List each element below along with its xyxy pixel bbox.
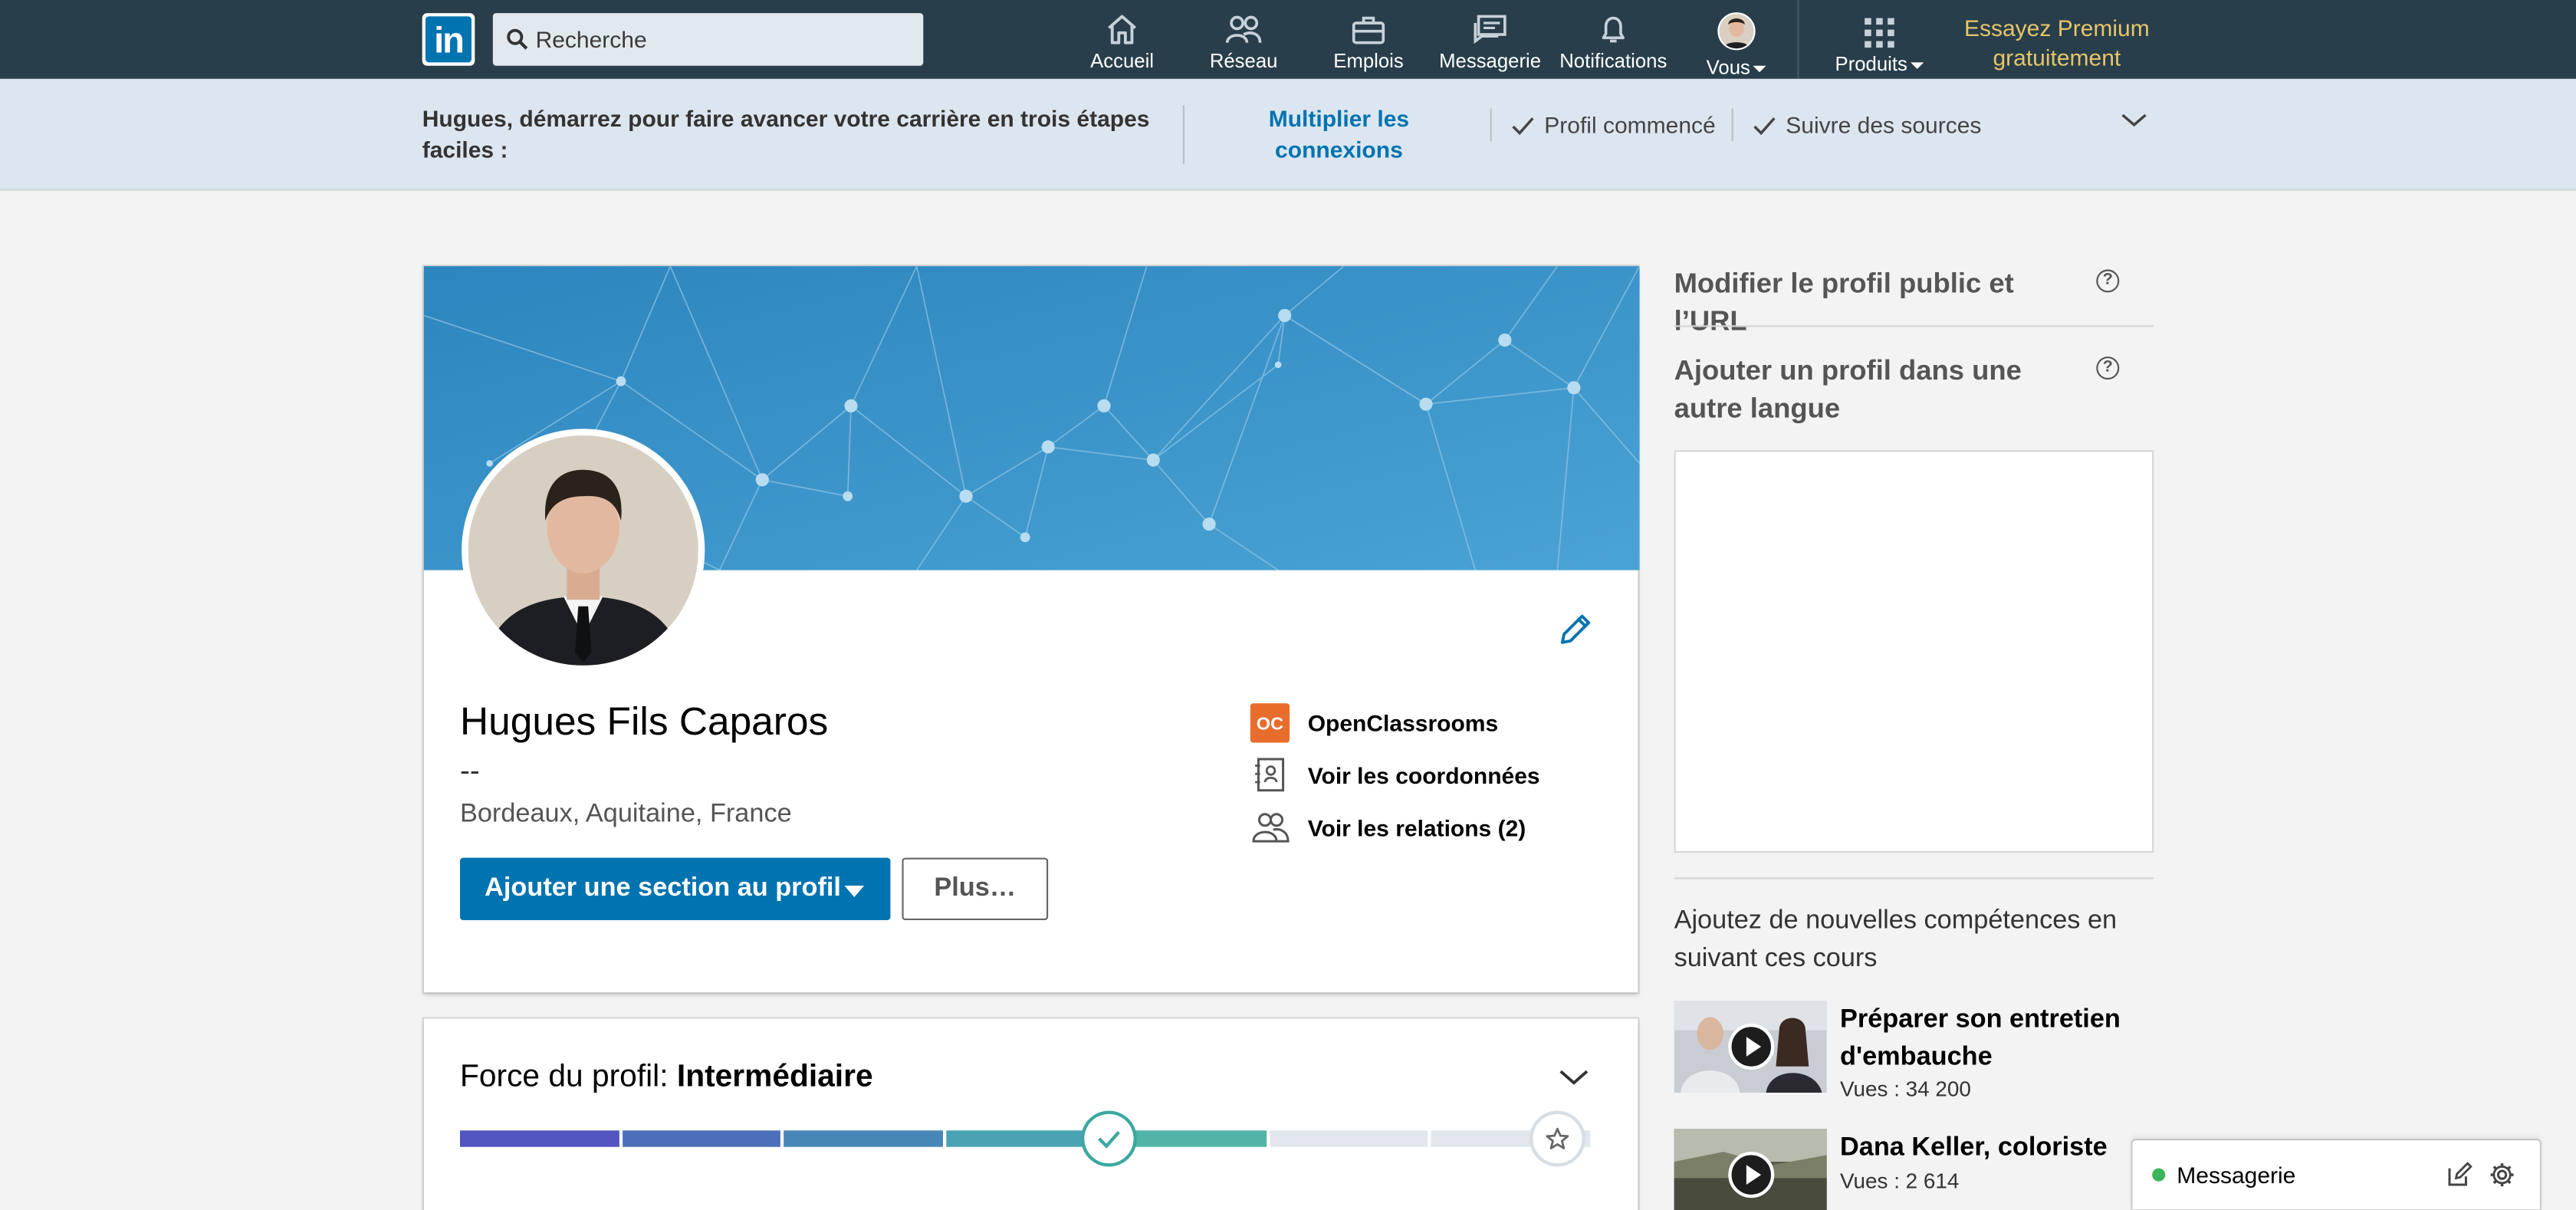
divider <box>1674 877 2154 880</box>
home-icon <box>1108 15 1136 44</box>
caret-down-icon <box>844 886 865 897</box>
multiply-connections-link[interactable]: Multiplier les connexions <box>1249 104 1430 166</box>
nav-item-messagerie[interactable]: Messagerie <box>1436 10 1544 76</box>
nav-item-accueil[interactable]: Accueil <box>1071 10 1173 76</box>
profile-card: Hugues Fils Caparos -- Bordeaux, Aquitai… <box>423 266 1640 993</box>
edit-pencil-icon[interactable] <box>1557 611 1593 647</box>
more-button[interactable]: Plus… <box>902 857 1049 920</box>
nav-label: Messagerie <box>1439 49 1542 73</box>
compose-icon[interactable] <box>2446 1162 2472 1188</box>
nav-item-notifications[interactable]: Notifications <box>1554 10 1672 76</box>
profile-photo[interactable] <box>462 429 705 672</box>
nav-item-produits[interactable]: Produits <box>1820 13 1938 79</box>
play-icon <box>1728 1152 1775 1198</box>
strength-segment-complete <box>460 1130 619 1147</box>
step-follow-sources[interactable]: Suivre des sources <box>1753 112 1981 138</box>
search-input[interactable] <box>535 13 914 66</box>
help-icon[interactable]: ? <box>2096 269 2120 293</box>
strength-segment-complete <box>945 1130 1104 1147</box>
button-label: Ajouter une section au profil <box>485 874 841 903</box>
divider <box>1674 325 2154 327</box>
avatar <box>1717 12 1756 51</box>
network-icon <box>1225 15 1262 44</box>
step-label: Profil commencé <box>1544 111 1716 138</box>
strength-level: Intermédiaire <box>676 1060 873 1095</box>
contact-card-icon <box>1255 758 1285 792</box>
connections-label: Voir les relations (2) <box>1307 814 1526 842</box>
search-box[interactable] <box>492 13 924 66</box>
profile-portrait <box>468 435 698 666</box>
course-thumbnail[interactable] <box>1674 1129 1827 1210</box>
linkedin-logo[interactable]: in <box>422 13 475 66</box>
strength-level-check-handle <box>1083 1113 1133 1164</box>
openclassrooms-logo: OC <box>1250 703 1290 743</box>
nav-divider <box>1797 0 1799 79</box>
chevron-down-icon <box>1911 62 1924 69</box>
advertisement-slot <box>1674 450 2154 853</box>
step-label: Suivre des sources <box>1786 111 1982 138</box>
courses-heading: Ajoutez de nouvelles compétences en suiv… <box>1674 906 2118 973</box>
search-icon <box>507 28 528 50</box>
strength-segment-incomplete <box>1269 1130 1428 1147</box>
nav-item-reseau[interactable]: Réseau <box>1193 10 1295 76</box>
edit-public-profile-link[interactable]: Modifier le profil public et l’URL <box>1674 265 2085 340</box>
profile-name: Hugues Fils Caparos <box>460 699 829 745</box>
add-language-profile-link[interactable]: Ajouter un profil dans une autre langue <box>1674 352 2068 428</box>
premium-link[interactable]: Essayez Premium gratuitement <box>1955 13 2159 72</box>
contact-label: Voir les coordonnées <box>1307 762 1540 789</box>
profile-headline: -- <box>460 754 480 787</box>
profile-strength-card: Force du profil: Intermédiaire <box>423 1018 1638 1210</box>
svg-text:OC: OC <box>1257 713 1283 733</box>
check-icon <box>1753 117 1776 136</box>
course-views: Vues : 2 614 <box>1840 1168 1960 1193</box>
messaging-label: Messagerie <box>2177 1162 2296 1189</box>
star-icon <box>1545 1127 1569 1149</box>
nav-label: Notifications <box>1559 49 1668 73</box>
step-profile-started[interactable]: Profil commencé <box>1511 111 1716 138</box>
nav-item-vous[interactable]: Vous <box>1692 10 1781 79</box>
divider <box>1731 108 1733 142</box>
nav-label: Emplois <box>1333 49 1404 73</box>
top-navigation-bar: in Accueil Réseau Emplois Messagerie Not… <box>0 0 2576 79</box>
course-title: Dana Keller, coloriste <box>1840 1133 2108 1162</box>
nav-label: Réseau <box>1209 49 1278 73</box>
strength-segment-complete <box>784 1130 942 1147</box>
divider <box>1182 105 1184 165</box>
grid-icon <box>1865 18 1894 48</box>
messaging-dock[interactable]: Messagerie <box>2132 1140 2540 1210</box>
divider <box>1490 108 1492 142</box>
nav-item-emplois[interactable]: Emplois <box>1318 10 1420 76</box>
add-profile-section-button[interactable]: Ajouter une section au profil <box>460 857 891 920</box>
nav-label: Produits <box>1835 52 1907 76</box>
check-icon <box>1096 1131 1119 1149</box>
messaging-icon <box>1474 15 1506 44</box>
chevron-down-icon[interactable] <box>2119 112 2149 128</box>
strength-goal-star-handle <box>1532 1113 1582 1164</box>
bell-icon <box>1602 16 1625 43</box>
profile-location: Bordeaux, Aquitaine, France <box>460 800 792 828</box>
chevron-down-icon <box>1753 65 1767 72</box>
people-icon <box>1252 813 1290 843</box>
settings-gear-icon[interactable] <box>2489 1162 2515 1188</box>
play-icon <box>1728 1024 1775 1070</box>
check-icon <box>1512 117 1534 136</box>
course-views: Vues : 34 200 <box>1840 1076 1971 1101</box>
onboarding-banner: Hugues, démarrez pour faire avancer votr… <box>0 78 2576 191</box>
help-icon[interactable]: ? <box>2096 357 2120 380</box>
nav-label: Vous <box>1706 55 1750 79</box>
profile-strength-title: Force du profil: Intermédiaire <box>460 1060 873 1096</box>
briefcase-icon <box>1352 16 1385 44</box>
course-title: Préparer son entretien d'embauche <box>1840 1005 2121 1072</box>
online-status-dot <box>2152 1168 2166 1182</box>
strength-label: Force du profil: <box>460 1060 669 1095</box>
company-label: OpenClassrooms <box>1307 709 1499 736</box>
chevron-down-icon[interactable] <box>1557 1068 1590 1088</box>
course-thumbnail[interactable] <box>1674 1001 1827 1093</box>
strength-segment-complete <box>622 1130 780 1147</box>
nav-label: Accueil <box>1090 49 1155 73</box>
banner-message: Hugues, démarrez pour faire avancer votr… <box>422 105 1150 163</box>
